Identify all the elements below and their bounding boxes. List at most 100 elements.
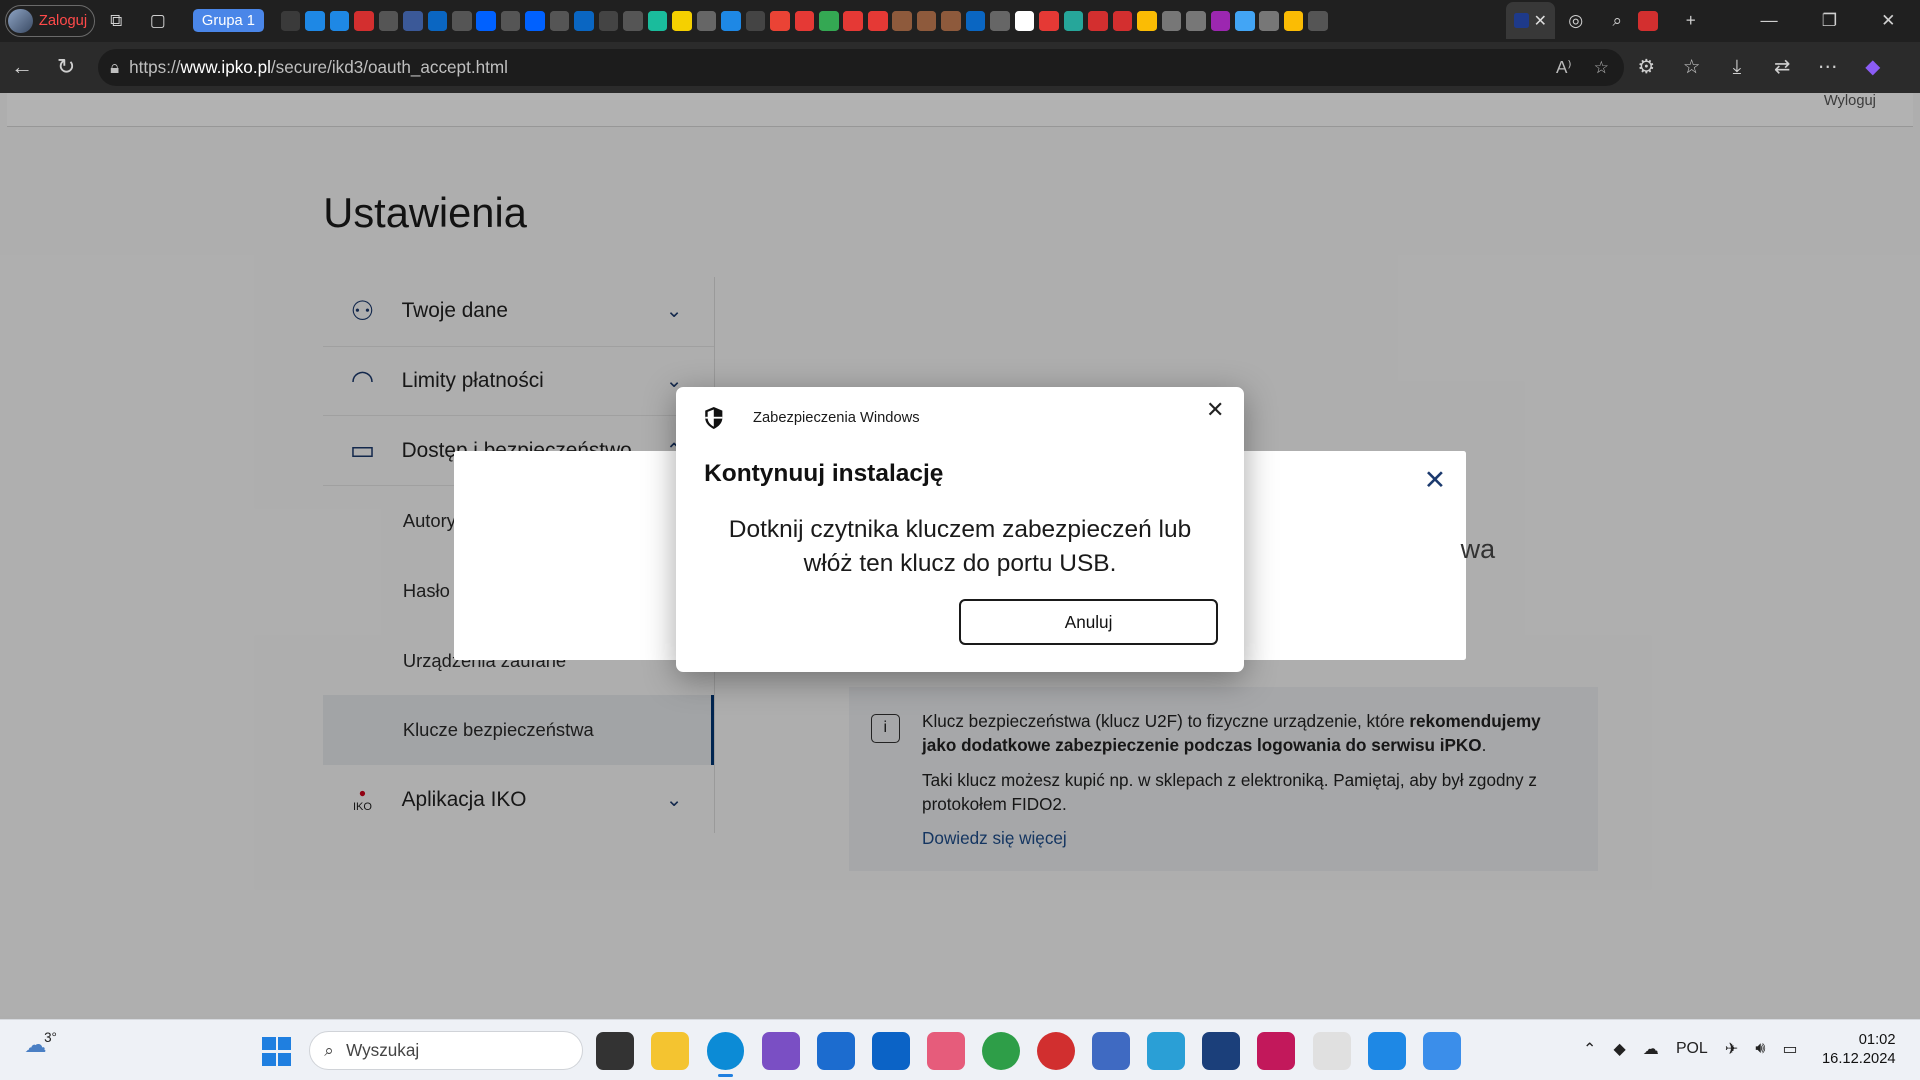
favorites-icon[interactable]: ☆	[1669, 55, 1714, 79]
green-app-icon[interactable]	[981, 1032, 1020, 1070]
tab-favicon[interactable]	[598, 11, 619, 31]
tab-favicon[interactable]	[1283, 11, 1304, 31]
close-tab-icon[interactable]: ✕	[1534, 11, 1547, 31]
refresh-icon[interactable]: ↻	[44, 54, 88, 80]
tab-favicon[interactable]	[965, 11, 986, 31]
vscode-icon[interactable]	[1367, 1032, 1406, 1070]
extensions-icon[interactable]: ⚙	[1624, 55, 1669, 79]
tab-favicon[interactable]	[574, 11, 594, 31]
tab-favicon[interactable]	[1112, 11, 1133, 31]
favorite-star-icon[interactable]: ☆	[1594, 57, 1609, 78]
tab-favicon[interactable]	[549, 11, 570, 31]
tab-favicon[interactable]	[1161, 11, 1182, 31]
tab-favicon[interactable]	[745, 11, 766, 31]
tab-favicon[interactable]	[1308, 11, 1328, 31]
snipping-tool-icon[interactable]	[1312, 1032, 1351, 1070]
read-aloud-icon[interactable]: A⁾	[1556, 57, 1572, 78]
tab-favicon[interactable]	[403, 11, 423, 31]
virtualbox-icon[interactable]	[1202, 1032, 1241, 1070]
tab-favicon[interactable]	[1186, 11, 1206, 31]
tab-favicon[interactable]	[867, 11, 888, 31]
chevron-up-icon[interactable]: ⌃	[1583, 1039, 1596, 1059]
tab-group-chip[interactable]: Grupa 1	[193, 9, 264, 33]
url-field[interactable]: 🔒︎ https://www.ipko.pl/secure/ikd3/oauth…	[97, 48, 1624, 86]
start-button[interactable]	[262, 1036, 292, 1067]
address-bar: ← ↻ 🔒︎ https://www.ipko.pl/secure/ikd3/o…	[0, 41, 1920, 94]
more-menu-icon[interactable]: ⋯	[1805, 55, 1850, 79]
tab-favicon[interactable]	[916, 11, 937, 31]
search-tab-icon[interactable]: ⌕	[1608, 10, 1628, 31]
back-icon[interactable]: ←	[0, 54, 44, 80]
tab-favicon[interactable]	[1137, 11, 1157, 31]
tab-favicon[interactable]	[819, 11, 839, 31]
airplane-icon[interactable]: ✈	[1725, 1039, 1738, 1059]
tab-favicon[interactable]	[1039, 11, 1059, 31]
task-view-icon[interactable]	[596, 1032, 635, 1070]
photos-icon[interactable]	[1422, 1032, 1461, 1070]
tab-favicon[interactable]	[623, 11, 643, 31]
close-window-icon[interactable]: ✕	[1881, 10, 1895, 31]
tab-favicon[interactable]	[451, 11, 472, 31]
tab-favicon[interactable]	[990, 11, 1010, 31]
clock-date: 16.12.2024	[1822, 1051, 1896, 1068]
language-indicator[interactable]: POL	[1676, 1040, 1708, 1058]
save-app-icon[interactable]	[761, 1032, 800, 1070]
screen: Zaloguj ⧉ ▢ Grupa 1 ✕ ◎ ⌕ + — ❐ ✕ ← ↻ 🔒︎…	[0, 0, 1920, 1080]
globe-icon[interactable]: ◎	[1566, 10, 1586, 31]
taskbar-search[interactable]: ⌕ Wyszukaj	[308, 1030, 583, 1070]
active-tab[interactable]: ✕	[1505, 2, 1555, 40]
monitor-app-icon[interactable]	[1147, 1032, 1186, 1070]
clock[interactable]: 01:02 16.12.2024	[1822, 1031, 1896, 1070]
tab-favicon[interactable]	[427, 11, 448, 31]
red-app-icon[interactable]	[1037, 1032, 1076, 1070]
onedrive-icon[interactable]: ☁	[1643, 1039, 1659, 1059]
tab-favicon[interactable]	[770, 11, 790, 31]
volume-icon[interactable]: 🔊︎	[1755, 1040, 1765, 1058]
tab-favicon[interactable]	[280, 11, 301, 31]
tab-favicon[interactable]	[1210, 11, 1231, 31]
tab-favicon[interactable]	[525, 11, 545, 31]
tab-actions-icon[interactable]: ▢	[148, 10, 168, 31]
cancel-button[interactable]: Anuluj	[958, 598, 1219, 646]
weather-widget[interactable]: ☁ 3°	[24, 1030, 56, 1058]
tab-favicon[interactable]	[1063, 11, 1084, 31]
tab-favicon[interactable]	[329, 11, 350, 31]
dropbox-icon[interactable]: ◆	[1614, 1039, 1626, 1059]
edge-icon[interactable]	[706, 1032, 745, 1078]
tab-favicon[interactable]	[1088, 11, 1108, 31]
tab-favicon[interactable]	[1014, 11, 1035, 31]
tab-favicon[interactable]	[794, 11, 815, 31]
file-explorer-icon[interactable]	[651, 1032, 690, 1070]
tab-favicon[interactable]	[941, 11, 961, 31]
tab-favicon[interactable]	[892, 11, 912, 31]
downloads-icon[interactable]: ⤓	[1714, 56, 1759, 79]
tab-favicon[interactable]	[1638, 11, 1658, 31]
tab-favicon[interactable]	[1234, 11, 1255, 31]
profile-button[interactable]: Zaloguj	[4, 4, 96, 37]
tab-favicon[interactable]	[672, 11, 692, 31]
workspaces-icon[interactable]: ⧉	[106, 10, 126, 31]
tab-favicon[interactable]	[354, 11, 374, 31]
new-tab-icon[interactable]: +	[1681, 10, 1701, 31]
tab-favicon[interactable]	[1259, 11, 1280, 31]
maximize-icon[interactable]: ❐	[1822, 10, 1837, 31]
close-icon[interactable]: ✕	[1424, 465, 1447, 496]
tab-favicon[interactable]	[305, 11, 325, 31]
tab-favicon[interactable]	[696, 11, 717, 31]
minimize-icon[interactable]: —	[1761, 10, 1778, 31]
network-app-icon[interactable]	[1092, 1032, 1131, 1070]
close-icon[interactable]: ✕	[1206, 397, 1224, 423]
copilot-icon[interactable]: ◆	[1850, 55, 1895, 79]
tab-favicon[interactable]	[647, 11, 668, 31]
tab-favicon[interactable]	[500, 11, 521, 31]
tab-favicon[interactable]	[843, 11, 864, 31]
outlook-icon[interactable]	[871, 1032, 910, 1070]
tab-favicon[interactable]	[378, 11, 399, 31]
share-icon[interactable]: ⇄	[1760, 55, 1805, 79]
disk-app-icon[interactable]	[1257, 1032, 1296, 1070]
git-app-icon[interactable]	[926, 1032, 965, 1070]
tab-favicon[interactable]	[721, 11, 741, 31]
tab-favicon[interactable]	[476, 11, 497, 31]
store-icon[interactable]	[816, 1032, 855, 1070]
battery-icon[interactable]: ▭	[1783, 1039, 1798, 1059]
